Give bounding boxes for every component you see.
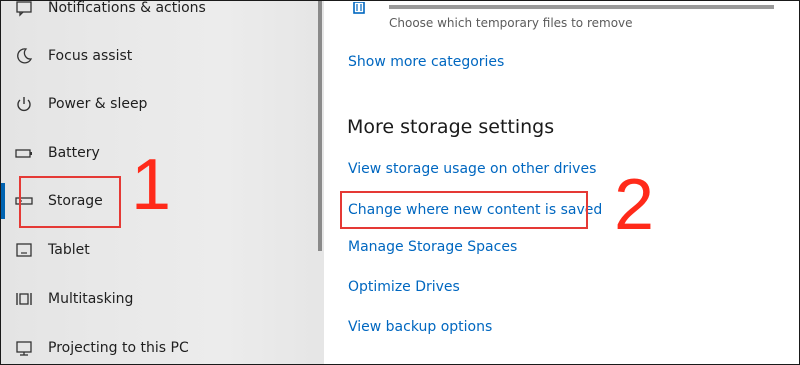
optimize-drives-link[interactable]: Optimize Drives [348,279,460,295]
sidebar-item-power-sleep[interactable]: Power & sleep [1,84,316,124]
sidebar-item-notifications[interactable]: Notifications & actions [1,0,316,28]
sidebar-item-label: Tablet [48,242,90,258]
moon-icon [14,46,34,66]
settings-sidebar: Notifications & actions Focus assist Pow… [1,1,316,364]
sidebar-item-label: Projecting to this PC [48,340,189,356]
more-storage-heading: More storage settings [347,116,555,138]
view-backup-options-link[interactable]: View backup options [348,319,492,335]
multitasking-icon [14,289,34,309]
power-icon [14,94,34,114]
sidebar-item-label: Notifications & actions [48,0,206,16]
show-more-categories-link[interactable]: Show more categories [348,54,504,70]
annotation-box-change-location [340,191,588,229]
tablet-icon [14,240,34,260]
projecting-icon [14,338,34,358]
sidebar-item-focus-assist[interactable]: Focus assist [1,36,316,76]
sidebar-item-tablet[interactable]: Tablet [1,230,316,270]
manage-storage-spaces-link[interactable]: Manage Storage Spaces [348,239,517,255]
usage-bar-fill [389,5,774,9]
settings-window: Notifications & actions Focus assist Pow… [0,0,800,365]
storage-settings-panel: Choose which temporary files to remove S… [324,1,799,364]
temp-files-description: Choose which temporary files to remove [389,16,633,30]
view-storage-usage-link[interactable]: View storage usage on other drives [348,161,596,177]
scrollbar-thumb[interactable] [318,1,322,251]
sidebar-item-label: Battery [48,145,100,161]
annotation-box-storage [19,176,121,228]
temp-files-usage-bar [389,5,774,9]
sidebar-item-projecting[interactable]: Projecting to this PC [1,328,316,364]
sidebar-item-multitasking[interactable]: Multitasking [1,279,316,319]
trash-icon [352,1,366,15]
annotation-number-2: 2 [614,165,655,245]
battery-icon [14,143,34,163]
sidebar-item-label: Multitasking [48,291,134,307]
annotation-number-1: 1 [131,145,172,225]
sidebar-item-label: Focus assist [48,48,133,64]
sidebar-item-label: Power & sleep [48,96,148,112]
sidebar-scrollbar[interactable] [316,1,324,364]
notifications-icon [14,1,34,18]
